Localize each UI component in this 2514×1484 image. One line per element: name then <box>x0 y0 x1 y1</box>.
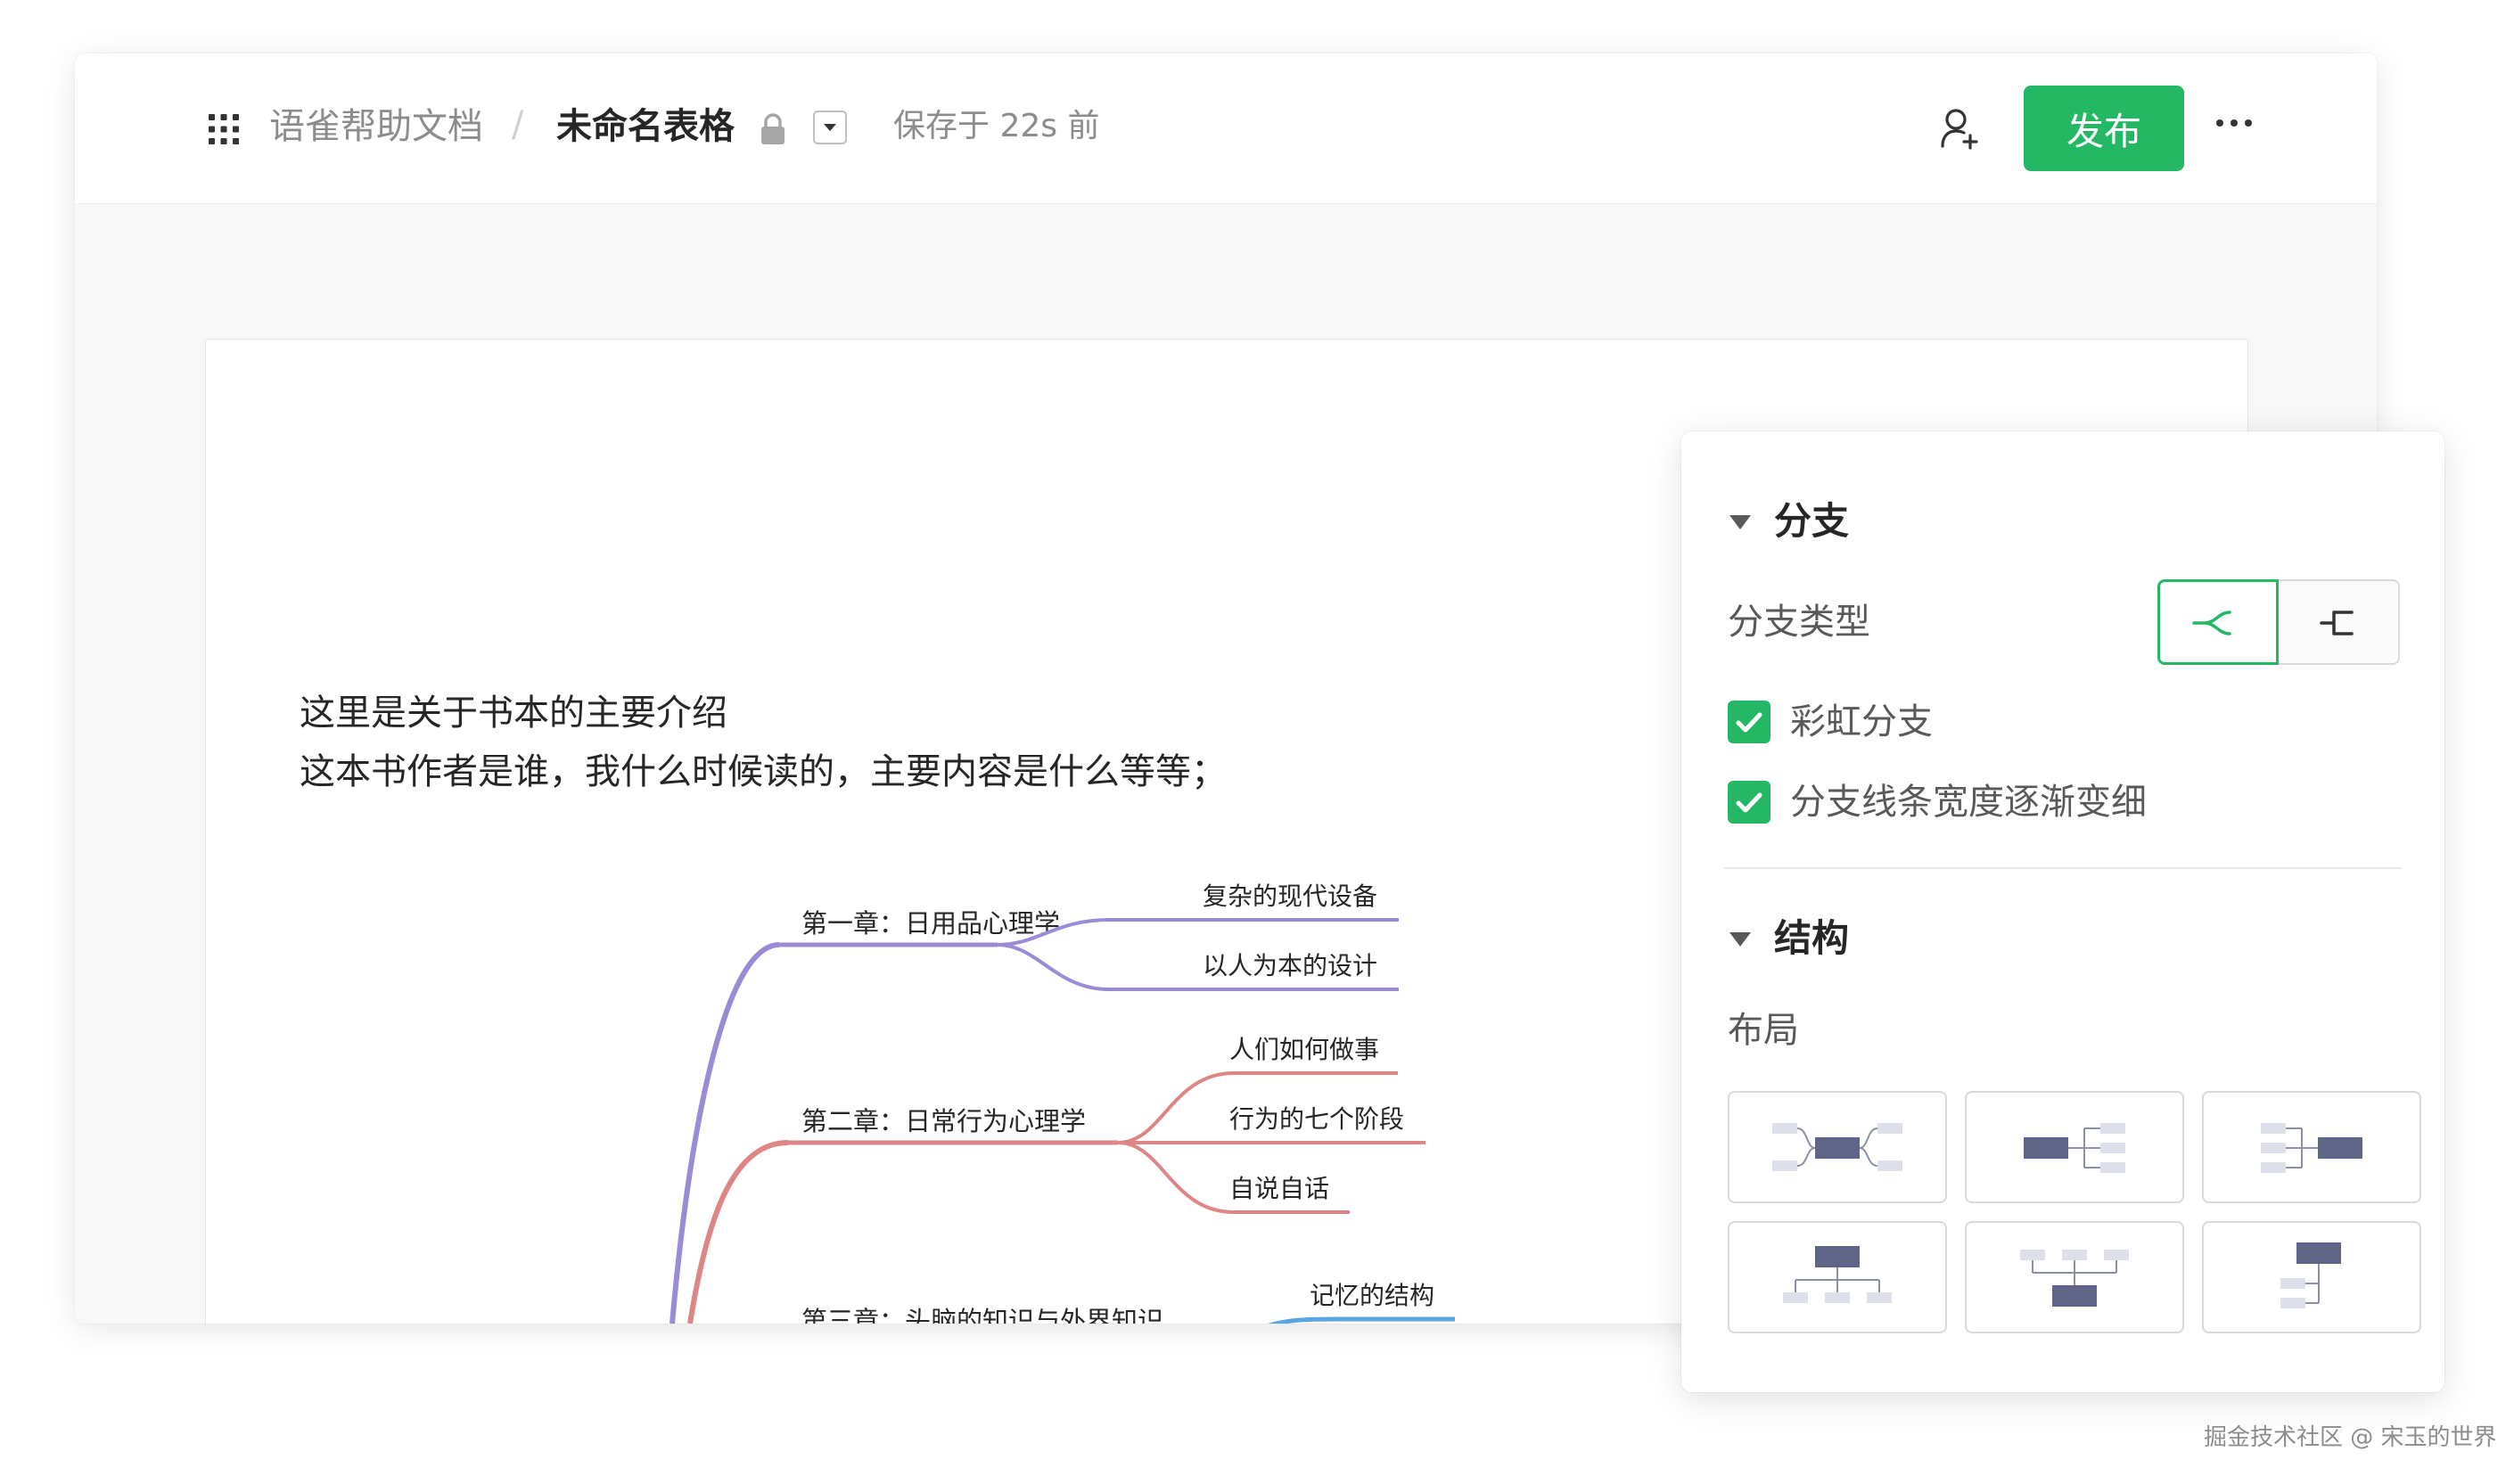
branch-section-title[interactable]: 分支 <box>1774 503 1849 540</box>
checkmark-icon <box>1736 792 1762 813</box>
branch-type-curved-option[interactable] <box>2157 579 2279 665</box>
layout-option-org-up[interactable] <box>1965 1221 2184 1333</box>
checkmark-icon <box>1736 712 1762 733</box>
layout-option-org-down[interactable] <box>1728 1221 1947 1333</box>
layout-option-right[interactable] <box>1965 1091 2184 1203</box>
rainbow-branch-label[interactable]: 彩虹分支 <box>1790 704 1933 740</box>
leaf-node-2-1[interactable]: 人们如何做事 <box>1229 1035 1379 1064</box>
style-settings-panel: 分支 分支类型 彩虹分支 分支线条宽度逐渐变细 结构 布局 <box>1681 431 2444 1392</box>
structure-section-title[interactable]: 结构 <box>1774 920 1849 957</box>
layout-option-tree[interactable] <box>2202 1221 2421 1333</box>
leaf-node-1-2[interactable]: 以人为本的设计 <box>1203 951 1377 980</box>
curved-branch-icon <box>2192 611 2231 635</box>
section-divider <box>1724 867 2402 869</box>
leaf-node-3-1[interactable]: 记忆的结构 <box>1310 1281 1434 1310</box>
chapter-node-2[interactable]: 第二章：日常行为心理学 <box>801 1106 1086 1136</box>
layout-tree-icon <box>2280 1242 2341 1308</box>
chapter-node-1[interactable]: 第一章：日用品心理学 <box>801 908 1060 939</box>
collapse-branch-caret-icon[interactable] <box>1729 515 1751 529</box>
watermark: 掘金技术社区 @ 宋玉的世界 <box>2204 1424 2497 1451</box>
leaf-node-1-1[interactable]: 复杂的现代设备 <box>1203 881 1377 911</box>
layout-label: 布局 <box>1728 1010 1799 1051</box>
taper-width-checkbox[interactable] <box>1728 781 1770 824</box>
layout-org-down-icon <box>1783 1246 1892 1303</box>
rainbow-branch-checkbox[interactable] <box>1728 701 1770 743</box>
layout-org-up-icon <box>2020 1250 2129 1307</box>
layout-option-left[interactable] <box>2202 1091 2421 1203</box>
layout-right-icon <box>2024 1123 2125 1173</box>
chapter-node-3[interactable]: 第三章：头脑的知识与外界知识 <box>801 1306 1163 1324</box>
layout-balanced-icon <box>1772 1123 1902 1171</box>
leaf-branch-3-1 <box>1267 1316 1455 1324</box>
layout-option-balanced[interactable] <box>1728 1091 1947 1203</box>
trunk-branch-2 <box>687 1140 789 1324</box>
taper-width-label[interactable]: 分支线条宽度逐渐变细 <box>1790 784 2147 820</box>
branch-type-straight-option[interactable] <box>2279 579 2400 665</box>
branch-type-label: 分支类型 <box>1728 602 1870 643</box>
collapse-structure-caret-icon[interactable] <box>1729 932 1751 947</box>
leaf-node-2-2[interactable]: 行为的七个阶段 <box>1229 1104 1404 1134</box>
trunk-branch-1 <box>670 942 780 1324</box>
leaf-node-2-3[interactable]: 自说自话 <box>1229 1174 1329 1203</box>
layout-left-icon <box>2261 1123 2362 1173</box>
straight-branch-icon <box>2320 611 2354 635</box>
